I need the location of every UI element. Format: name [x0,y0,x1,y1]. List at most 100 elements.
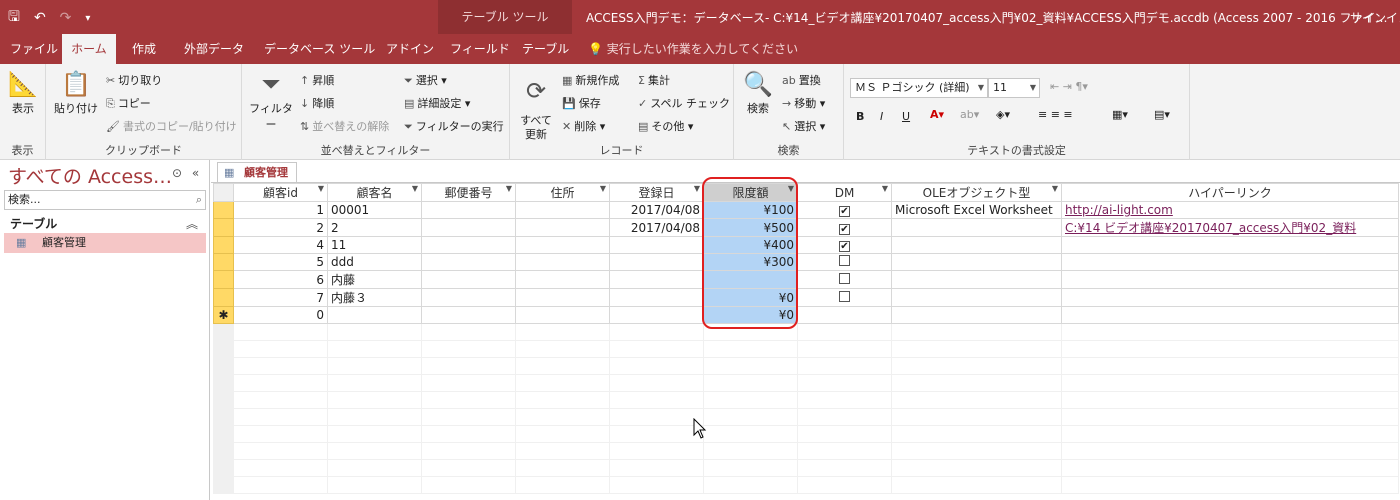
column-header-hyperlink[interactable]: ハイパーリンク [1061,183,1399,202]
nav-category-tables[interactable]: テーブル ︽ [4,214,206,234]
bold-button[interactable]: B [856,110,864,123]
cell-link[interactable] [1061,306,1399,324]
cell-date[interactable] [609,236,704,254]
nav-pane-title[interactable]: すべての Access… [8,162,172,189]
record-selector[interactable] [213,201,234,219]
paste-button[interactable]: 📋 貼り付け [52,70,100,116]
new-record-button[interactable]: ▦ 新規作成 [562,72,619,88]
alt-row-color-button[interactable]: ▤▾ [1154,108,1170,121]
save-icon[interactable]: 🖫 [8,6,20,30]
record-selector[interactable]: ✱ [213,306,234,324]
tab-home[interactable]: ホーム [62,34,116,64]
signin-link[interactable]: サインイン [1350,9,1400,26]
record-selector[interactable] [213,236,234,254]
cell-name[interactable]: 内藤 [327,270,422,289]
find-button[interactable]: 🔍 検索 [740,70,776,116]
redo-icon[interactable]: ↷ [60,10,72,26]
cell-id[interactable]: 2 [233,218,328,237]
italic-button[interactable]: I [880,110,883,123]
goto-button[interactable]: → 移動 ▾ [782,95,825,111]
cell-name[interactable]: 00001 [327,201,422,219]
align-buttons[interactable]: ≡ ≡ ≡ [1038,108,1073,121]
tab-file[interactable]: ファイル [2,34,66,64]
refresh-all-button[interactable]: ⟳ すべて 更新 [516,70,556,142]
column-header-address[interactable]: 住所 ▼ [515,183,610,202]
cell-id[interactable]: 5 [233,253,328,271]
selection-filter-button[interactable]: ⏷ 選択 ▾ [404,72,447,88]
column-header-date[interactable]: 登録日 ▼ [609,183,704,202]
cell-date[interactable] [609,306,704,324]
cell-addr[interactable] [515,236,610,254]
checkbox-icon[interactable] [839,272,850,284]
dropdown-arrow-icon[interactable]: ▼ [600,185,606,194]
column-header-name[interactable]: 顧客名 ▼ [327,183,422,202]
column-header-ole[interactable]: OLEオブジェクト型 ▼ [891,183,1062,202]
cell-zip[interactable] [421,288,516,307]
cell-id[interactable]: 7 [233,288,328,307]
nav-search-input[interactable]: 検索... ⌕ [4,190,206,210]
cell-ole[interactable] [891,306,1062,324]
record-selector[interactable] [213,253,234,271]
tab-fields[interactable]: フィールド [442,34,518,64]
tab-create[interactable]: 作成 [124,34,164,64]
nav-menu-icon[interactable]: ⊙ [172,166,182,180]
font-name-select[interactable]: ＭＳ Ｐゴシック (詳細) ▼ [850,78,988,98]
cell-ole[interactable]: Microsoft Excel Worksheet [891,201,1062,219]
fill-color-button[interactable]: ◈▾ [996,108,1010,121]
indent-buttons[interactable]: ⇤ ⇥ ¶▾ [1050,80,1088,93]
document-tab-customer[interactable]: ▦ 顧客管理 [217,162,297,182]
cell-link[interactable] [1061,270,1399,289]
cell-addr[interactable] [515,306,610,324]
font-size-select[interactable]: 11 ▼ [988,78,1040,98]
cell-name[interactable]: 11 [327,236,422,254]
cell-addr[interactable] [515,270,610,289]
cell-ole[interactable] [891,253,1062,271]
checkbox-icon[interactable] [839,255,850,266]
tab-table[interactable]: テーブル [514,34,577,64]
gridlines-button[interactable]: ▦▾ [1112,108,1128,121]
cell-link[interactable]: C:¥14 ビデオ講座¥20170407_access入門¥02_資料 [1061,218,1399,237]
cell-zip[interactable] [421,236,516,254]
remove-sort-button[interactable]: ⇅ 並べ替えの解除 [300,118,389,134]
undo-icon[interactable]: ↶ [34,10,46,26]
cell-id[interactable]: 6 [233,270,328,289]
cell-date[interactable] [609,270,704,289]
record-selector[interactable] [213,218,234,237]
collapse-pane-icon[interactable]: « [192,166,199,180]
copy-button[interactable]: ⎘ コピー [106,95,151,111]
cell-id[interactable]: 4 [233,236,328,254]
tab-addins[interactable]: アドイン [378,34,442,64]
cell-zip[interactable] [421,218,516,237]
replace-button[interactable]: ab 置換 [782,72,821,88]
dropdown-arrow-icon[interactable]: ▼ [318,185,324,194]
filter-button[interactable]: ⏷ フィルター [246,70,296,132]
cell-link[interactable] [1061,236,1399,254]
cell-zip[interactable] [421,306,516,324]
nav-item-customer-table[interactable]: ▦ 顧客管理 [4,233,206,253]
cut-button[interactable]: ✂ 切り取り [106,72,162,88]
cell-ole[interactable] [891,288,1062,307]
select-button[interactable]: ↖ 選択 ▾ [782,118,825,134]
dropdown-arrow-icon[interactable]: ▼ [882,185,888,194]
cell-dm[interactable]: ✔ [797,201,892,219]
cell-addr[interactable] [515,201,610,219]
delete-record-button[interactable]: ✕ 削除 ▾ [562,118,605,134]
cell-addr[interactable] [515,218,610,237]
save-record-button[interactable]: 💾 保存 [562,95,601,111]
view-button[interactable]: 📐 表示 [4,70,42,116]
format-painter-button[interactable]: 🖌 書式のコピー/貼り付け [106,118,237,134]
dropdown-arrow-icon[interactable]: ▼ [1052,185,1058,194]
cell-dm[interactable]: ✔ [797,218,892,237]
cell-date[interactable] [609,253,704,271]
dropdown-arrow-icon[interactable]: ▼ [506,185,512,194]
toggle-filter-button[interactable]: ⏷ フィルターの実行 [404,118,504,134]
cell-dm[interactable]: ✔ [797,236,892,254]
cell-date[interactable]: 2017/04/08 [609,201,704,219]
cell-link[interactable]: http://ai-light.com [1061,201,1399,219]
cell-ole[interactable] [891,236,1062,254]
cell-id[interactable]: 0 [233,306,328,324]
cell-id[interactable]: 1 [233,201,328,219]
cell-date[interactable]: 2017/04/08 [609,218,704,237]
cell-link[interactable] [1061,253,1399,271]
cell-ole[interactable] [891,218,1062,237]
